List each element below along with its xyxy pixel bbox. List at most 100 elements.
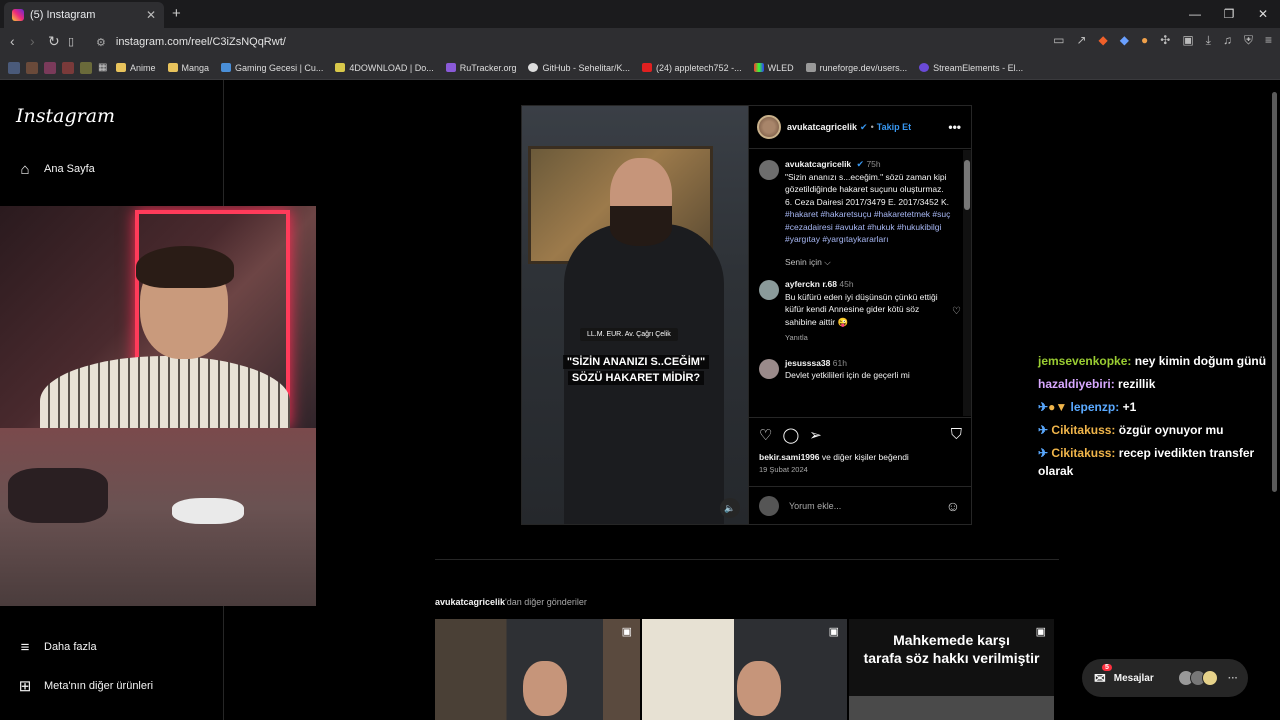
profile-square-icon[interactable]: [44, 61, 56, 74]
close-tab-icon[interactable]: ✕: [146, 8, 156, 22]
wallet-icon[interactable]: ◆: [1120, 33, 1129, 48]
save-icon[interactable]: ⛉: [951, 426, 962, 444]
user-avatar: [759, 495, 779, 516]
back-icon[interactable]: ‹: [10, 33, 15, 49]
site-info-icon[interactable]: ⚙: [96, 36, 106, 49]
bookmark-anime[interactable]: Anime: [116, 63, 156, 73]
more-post-thumbnail[interactable]: ▣: [642, 619, 847, 720]
reel-video[interactable]: LL.M. EUR. Av. Çağrı Çelik "SİZİN ANANIZ…: [522, 106, 748, 524]
home-icon: ⌂: [20, 160, 30, 178]
more-post-thumbnail[interactable]: ▣: [435, 619, 640, 720]
avatar: [1202, 670, 1218, 686]
caption-hashtags[interactable]: #hakaret #hakaretsuçu #hakaretetmek #suç…: [785, 208, 953, 246]
vpn-icon[interactable]: ⛨: [1244, 33, 1253, 48]
video-name-label: LL.M. EUR. Av. Çağrı Çelik: [580, 328, 678, 341]
commenter-avatar[interactable]: [759, 358, 779, 379]
sidebar-icon[interactable]: ▣: [1182, 33, 1193, 48]
comment-text: Bu küfürü eden iyi düşünsün çünkü ettiği…: [785, 291, 938, 327]
apps-grid-icon[interactable]: ▦: [98, 62, 110, 74]
sidebar-item-more[interactable]: ≡ Daha fazla: [16, 638, 97, 656]
like-icon[interactable]: ♡: [759, 426, 772, 444]
bookmark-manga[interactable]: Manga: [167, 63, 209, 73]
toolbar-icons: ▭ ↗ ◆ ◆ ● ✣ ▣ ⤓ ♫ ⛨ ≡: [1053, 33, 1272, 48]
instagram-favicon-icon: [12, 9, 24, 21]
bookmark-gaming-gecesi[interactable]: Gaming Gecesi | Cu...: [221, 63, 323, 73]
badge-icon: ✈: [1038, 446, 1049, 460]
badge-icon: ✈: [1038, 423, 1049, 437]
bookmarks-bar: ▦ Anime Manga Gaming Gecesi | Cu... 4DOW…: [0, 56, 1280, 80]
instagram-logo[interactable]: Instagram: [16, 105, 115, 127]
bookmark-youtube[interactable]: (24) appletech752 -...: [642, 63, 742, 73]
bookmark-streamelements[interactable]: StreamElements - El...: [919, 63, 1023, 73]
close-window-icon[interactable]: ✕: [1246, 0, 1280, 28]
chat-message: jemsevenkopke: ney kimin doğum günü: [1038, 354, 1267, 368]
brave-shield-icon[interactable]: ◆: [1099, 33, 1108, 48]
follow-button[interactable]: Takip Et: [877, 122, 911, 132]
profile-square-icon[interactable]: [8, 61, 20, 74]
url-bar[interactable]: ⚙ instagram.com/reel/C3iZsNQqRwt/: [88, 31, 1023, 53]
badge-icon: ✈: [1038, 400, 1049, 414]
commenter-avatar[interactable]: [759, 280, 779, 300]
site-icon: [445, 63, 456, 72]
site-icon: [221, 63, 232, 72]
sidebar-item-home[interactable]: ⌂ Ana Sayfa: [16, 160, 94, 178]
address-row: ‹ › ↻ ▯ ⚙ instagram.com/reel/C3iZsNQqRwt…: [0, 28, 1280, 56]
github-icon: [528, 63, 539, 72]
author-avatar[interactable]: [757, 115, 781, 139]
reply-button[interactable]: Yanıtla: [785, 332, 953, 345]
verified-icon: ✔: [856, 159, 865, 169]
comment-icon[interactable]: ◯: [782, 426, 799, 444]
new-tab-icon[interactable]: +: [172, 5, 181, 22]
bookmark-4download[interactable]: 4DOWNLOAD | Do...: [335, 63, 434, 73]
comment-text: Devlet yetkilileri için de geçerli mi: [785, 370, 910, 380]
more-options-icon[interactable]: •••: [948, 120, 961, 134]
profile-square-icon[interactable]: [80, 61, 92, 74]
bookmark-github[interactable]: GitHub - Sehelitar/K...: [528, 63, 630, 73]
rewards-icon[interactable]: ●: [1141, 33, 1148, 48]
bookmark-rutracker[interactable]: RuTracker.org: [445, 63, 516, 73]
page-scrollbar[interactable]: [1270, 80, 1280, 720]
messenger-icon: ✉ 5: [1094, 663, 1112, 687]
site-icon: [919, 63, 930, 72]
author-username[interactable]: avukatcagricelik: [787, 122, 857, 132]
emoji-icon[interactable]: ☺: [946, 498, 960, 514]
download-icon[interactable]: ⤓: [1206, 33, 1211, 48]
minimize-icon[interactable]: —: [1178, 0, 1212, 28]
more-post-thumbnail[interactable]: Mahkemede karşı tarafa söz hakkı verilmi…: [849, 619, 1054, 720]
bookmark-runeforge[interactable]: runeforge.dev/users...: [805, 63, 907, 73]
maximize-icon[interactable]: ❐: [1212, 0, 1246, 28]
cast-icon[interactable]: ▭: [1053, 33, 1064, 48]
sidebar-item-meta[interactable]: ⊞ Meta'nın diğer ürünleri: [16, 677, 153, 695]
tab-instagram[interactable]: (5) Instagram ✕: [4, 2, 164, 28]
senin-icin-toggle[interactable]: Senin için ⌵: [749, 256, 961, 269]
menu-icon[interactable]: ≡: [1265, 33, 1272, 48]
url-text: instagram.com/reel/C3iZsNQqRwt/: [115, 36, 286, 48]
comments-scrollbar[interactable]: [963, 150, 971, 416]
youtube-icon: [642, 63, 653, 72]
profile-square-icon[interactable]: [62, 61, 74, 74]
forward-icon[interactable]: ›: [30, 33, 35, 49]
messages-button[interactable]: ✉ 5 Mesajlar ···: [1082, 659, 1248, 697]
profile-square-icon[interactable]: [26, 61, 38, 74]
bookmark-wled[interactable]: WLED: [753, 63, 794, 73]
like-comment-icon[interactable]: ♡: [952, 306, 961, 319]
footcam-overlay: [0, 428, 316, 606]
share-icon[interactable]: ➢: [809, 426, 822, 444]
extensions-icon[interactable]: ✣: [1160, 33, 1170, 48]
streamer-hair: [136, 246, 234, 288]
comment-input[interactable]: Yorum ekle...: [789, 501, 841, 511]
volume-icon[interactable]: 🔈: [720, 498, 740, 518]
reload-icon[interactable]: ↻: [48, 33, 60, 50]
tab-bar: (5) Instagram ✕ + — ❐ ✕: [0, 0, 1280, 28]
post-date: 19 Şubat 2024: [759, 465, 808, 474]
music-icon[interactable]: ♫: [1223, 33, 1232, 48]
folder-icon: [167, 63, 178, 72]
share-icon[interactable]: ↗: [1076, 33, 1086, 48]
unread-count-badge: 5: [1102, 663, 1112, 671]
bookmark-icon[interactable]: ▯: [68, 35, 74, 48]
author-avatar[interactable]: [759, 160, 779, 180]
reel-post: LL.M. EUR. Av. Çağrı Çelik "SİZİN ANANIZ…: [521, 105, 972, 525]
meta-apps-icon: ⊞: [18, 678, 32, 695]
section-divider: [435, 559, 1059, 560]
lawyer-beard: [610, 206, 672, 246]
